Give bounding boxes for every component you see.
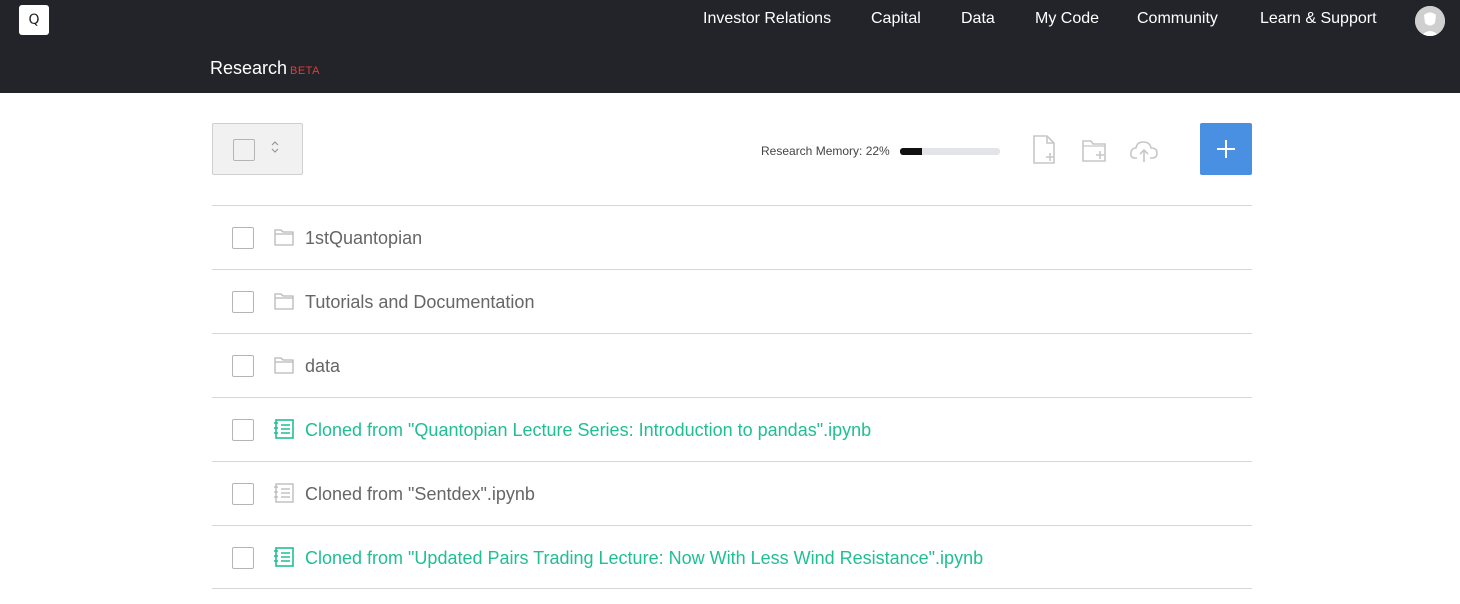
file-name[interactable]: Tutorials and Documentation [305,292,534,313]
folder-icon [273,290,295,312]
file-row[interactable]: Tutorials and Documentation [212,269,1252,333]
nav-learn-support[interactable]: Learn & Support [1260,10,1377,28]
add-new-button[interactable] [1200,123,1252,175]
select-all-checkbox[interactable] [233,139,255,161]
file-name[interactable]: Cloned from "Quantopian Lecture Series: … [305,420,871,441]
row-checkbox[interactable] [232,547,254,569]
user-avatar[interactable] [1415,6,1445,36]
notebook-icon [273,482,295,504]
notebook-running-icon [273,418,295,440]
new-folder-icon[interactable] [1080,134,1110,166]
file-row[interactable]: Cloned from "Updated Pairs Trading Lectu… [212,525,1252,589]
row-checkbox[interactable] [232,291,254,313]
nav-community[interactable]: Community [1137,10,1218,28]
new-file-icon[interactable] [1030,134,1060,166]
file-row[interactable]: Cloned from "Quantopian Lecture Series: … [212,397,1252,461]
page-title[interactable]: Research [210,58,287,79]
row-checkbox[interactable] [232,483,254,505]
file-name[interactable]: Cloned from "Updated Pairs Trading Lectu… [305,548,983,569]
beta-badge: BETA [290,65,320,77]
row-checkbox[interactable] [232,227,254,249]
file-row[interactable]: 1stQuantopian [212,205,1252,269]
file-name[interactable]: Cloned from "Sentdex".ipynb [305,484,535,505]
nav-data[interactable]: Data [961,10,995,28]
research-memory-label: Research Memory: 22% [761,144,890,158]
folder-icon [273,226,295,248]
file-name[interactable]: data [305,356,340,377]
row-checkbox[interactable] [232,355,254,377]
file-row[interactable]: data [212,333,1252,397]
research-memory-bar [900,148,1000,155]
file-name[interactable]: 1stQuantopian [305,228,422,249]
nav-investor-relations[interactable]: Investor Relations [703,10,831,28]
quantopian-logo[interactable]: Q [19,5,49,35]
file-row[interactable]: Cloned from "Sentdex".ipynb [212,461,1252,525]
plus-icon [1217,140,1235,158]
avatar-person-icon [1415,6,1445,36]
notebook-running-icon [273,546,295,568]
sort-arrows-icon [271,140,279,155]
file-list: 1stQuantopian Tutorials and Documentatio… [212,205,1252,589]
research-memory-fill [900,148,922,155]
folder-icon [273,354,295,376]
row-checkbox[interactable] [232,419,254,441]
nav-my-code[interactable]: My Code [1035,10,1099,28]
select-all-dropdown[interactable] [212,123,303,175]
top-navigation-bar: Q Investor Relations Capital Data My Cod… [0,0,1460,93]
upload-cloud-icon[interactable] [1129,134,1159,166]
nav-capital[interactable]: Capital [871,10,921,28]
